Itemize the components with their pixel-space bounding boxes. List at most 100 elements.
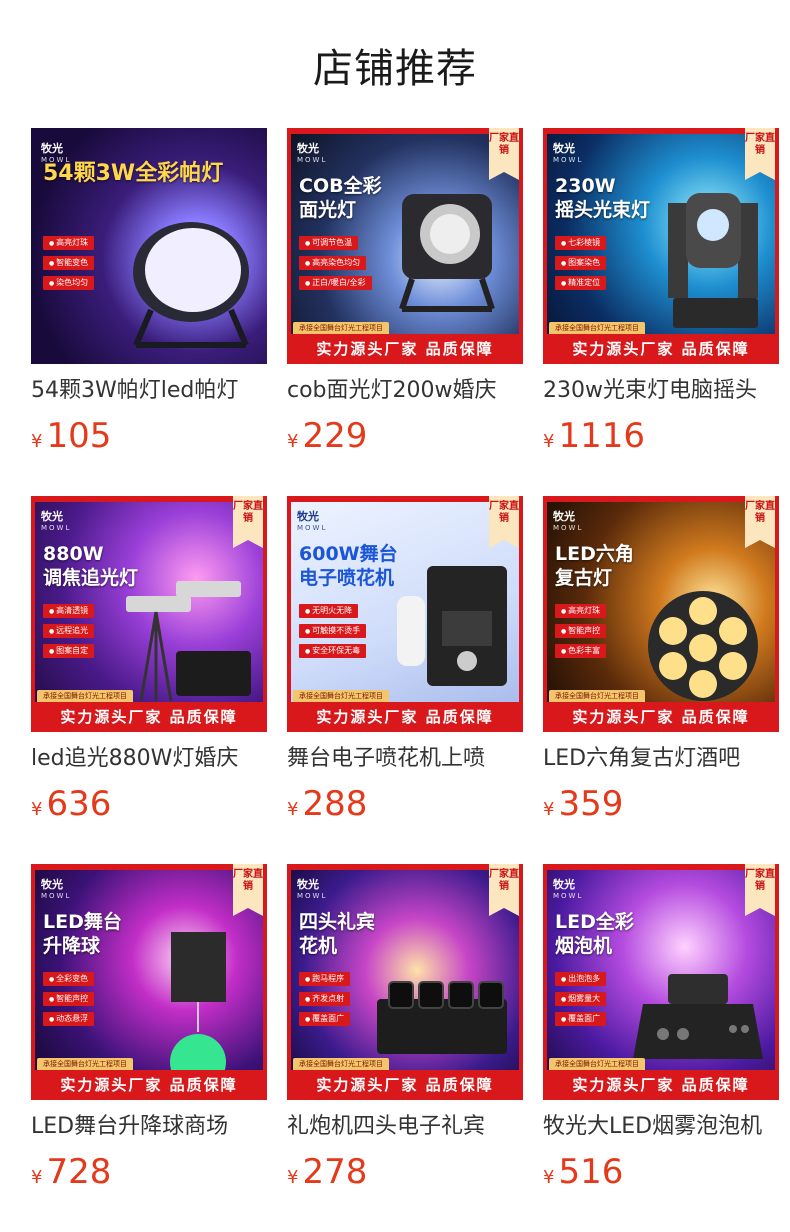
brand-logo: 牧光 MOWL [297, 876, 327, 900]
currency-symbol: ¥ [287, 431, 299, 452]
brand-logo: 牧光 MOWL [41, 876, 71, 900]
product-card[interactable]: 牧光 MOWL LED全彩 烟泡机 出泡泡多烟雾量大覆盖面广 厂家直销 承接全国… [543, 864, 779, 1192]
brand-latin: MOWL [297, 156, 328, 164]
frame-left [287, 496, 291, 732]
project-strip: 承接全国舞台灯光工程项目 [549, 1058, 645, 1070]
product-title[interactable]: cob面光灯200w婚庆 [287, 376, 523, 406]
product-illustration [116, 576, 256, 710]
quality-banner: 实力源头厂家 品质保障 [31, 702, 267, 732]
project-strip: 承接全国舞台灯光工程项目 [37, 690, 133, 702]
product-card[interactable]: 牧光 MOWL LED舞台 升降球 全彩变色智能声控动态悬浮 厂家直销 承接全国… [31, 864, 267, 1192]
brand-name: 牧光 [297, 878, 319, 891]
product-card[interactable]: 牧光 MOWL COB全彩 面光灯 可调节色温高亮染色均匀正白/暖白/全彩 厂家… [287, 128, 523, 456]
product-title[interactable]: LED舞台升降球商场 [31, 1112, 267, 1142]
brand-name: 牧光 [553, 878, 575, 891]
frame-right [263, 496, 267, 732]
product-title[interactable]: LED六角复古灯酒吧 [543, 744, 779, 774]
product-card[interactable]: 牧光 MOWL 230W 摇头光束灯 七彩棱镜图案染色精准定位 厂家直销 承接全… [543, 128, 779, 456]
frame-right [519, 128, 523, 364]
feature-tag: 高清透镜 [43, 604, 95, 618]
quality-banner: 实力源头厂家 品质保障 [543, 1070, 779, 1100]
feature-tag: 高亮灯珠 [43, 236, 95, 250]
brand-logo: 牧光 MOWL [297, 140, 327, 164]
product-card[interactable]: 牧光 MOWL 54颗3W全彩帕灯 高亮灯珠智能变色染色均匀 54颗3W帕灯le… [31, 128, 267, 456]
factory-direct-badge: 厂家直销 [489, 128, 519, 180]
product-image[interactable]: 牧光 MOWL 880W 调焦追光灯 高清透镜远程追光图案自定 厂家直销 承接全… [31, 496, 267, 732]
currency-symbol: ¥ [31, 799, 43, 820]
product-card[interactable]: 牧光 MOWL LED六角 复古灯 高亮灯珠智能声控色彩丰富 厂家直销 承接全国… [543, 496, 779, 824]
product-illustration [111, 210, 261, 354]
product-card[interactable]: 牧光 MOWL 880W 调焦追光灯 高清透镜远程追光图案自定 厂家直销 承接全… [31, 496, 267, 824]
feature-tag: 染色均匀 [43, 276, 95, 290]
project-strip: 承接全国舞台灯光工程项目 [293, 1058, 389, 1070]
feature-list: 高亮灯珠智能声控色彩丰富 [555, 604, 607, 664]
product-illustration [392, 556, 512, 700]
currency-symbol: ¥ [287, 799, 299, 820]
section-title: 店铺推荐 [313, 46, 477, 92]
frame-left [31, 864, 35, 1100]
price-amount: 636 [46, 784, 112, 824]
product-illustration [623, 964, 773, 1078]
product-image[interactable]: 牧光 MOWL COB全彩 面光灯 可调节色温高亮染色均匀正白/暖白/全彩 厂家… [287, 128, 523, 364]
feature-tag: 动态悬浮 [43, 1012, 95, 1026]
factory-direct-badge: 厂家直销 [745, 128, 775, 180]
feature-list: 出泡泡多烟雾量大覆盖面广 [555, 972, 607, 1032]
factory-direct-badge: 厂家直销 [489, 864, 519, 916]
product-title[interactable]: 54颗3W帕灯led帕灯 [31, 376, 267, 406]
product-image[interactable]: 牧光 MOWL 600W舞台 电子喷花机 无明火无降可触摸不烫手安全环保无毒 厂… [287, 496, 523, 732]
brand-name: 牧光 [553, 142, 575, 155]
product-illustration [382, 184, 512, 318]
feature-tag: 智能声控 [43, 992, 95, 1006]
brand-latin: MOWL [297, 892, 328, 900]
product-image[interactable]: 牧光 MOWL LED全彩 烟泡机 出泡泡多烟雾量大覆盖面广 厂家直销 承接全国… [543, 864, 779, 1100]
product-headline: 600W舞台 电子喷花机 [299, 543, 398, 589]
frame-right [519, 496, 523, 732]
frame-top [31, 496, 267, 502]
product-image[interactable]: 牧光 MOWL 四头礼宾 花机 跑马程序齐发点射覆盖面广 厂家直销 承接全国舞台… [287, 864, 523, 1100]
product-title[interactable]: 礼炮机四头电子礼宾 [287, 1112, 523, 1142]
frame-top [31, 864, 267, 870]
feature-tag: 跑马程序 [299, 972, 351, 986]
product-image[interactable]: 牧光 MOWL LED六角 复古灯 高亮灯珠智能声控色彩丰富 厂家直销 承接全国… [543, 496, 779, 732]
brand-latin: MOWL [297, 524, 328, 532]
project-strip: 承接全国舞台灯光工程项目 [549, 690, 645, 702]
product-title[interactable]: 牧光大LED烟雾泡泡机 [543, 1112, 779, 1142]
product-title[interactable]: 舞台电子喷花机上喷 [287, 744, 523, 774]
product-price: ¥636 [31, 784, 267, 824]
feature-tag: 出泡泡多 [555, 972, 607, 986]
frame-left [543, 128, 547, 364]
product-card[interactable]: 牧光 MOWL 600W舞台 电子喷花机 无明火无降可触摸不烫手安全环保无毒 厂… [287, 496, 523, 824]
feature-list: 高亮灯珠智能变色染色均匀 [43, 236, 95, 296]
product-image[interactable]: 牧光 MOWL LED舞台 升降球 全彩变色智能声控动态悬浮 厂家直销 承接全国… [31, 864, 267, 1100]
frame-top [287, 864, 523, 870]
frame-left [31, 496, 35, 732]
frame-left [543, 496, 547, 732]
project-strip: 承接全国舞台灯光工程项目 [549, 322, 645, 334]
feature-list: 跑马程序齐发点射覆盖面广 [299, 972, 351, 1032]
feature-tag: 图案染色 [555, 256, 607, 270]
feature-tag: 远程追光 [43, 624, 95, 638]
feature-tag: 图案自定 [43, 644, 95, 658]
feature-tag: 高亮灯珠 [555, 604, 607, 618]
product-image[interactable]: 牧光 MOWL 230W 摇头光束灯 七彩棱镜图案染色精准定位 厂家直销 承接全… [543, 128, 779, 364]
product-price: ¥516 [543, 1152, 779, 1192]
factory-direct-badge: 厂家直销 [233, 496, 263, 548]
product-headline: LED全彩 烟泡机 [555, 911, 634, 957]
product-illustration [367, 974, 517, 1068]
brand-logo: 牧光 MOWL [553, 140, 583, 164]
product-headline: 880W 调焦追光灯 [43, 543, 139, 589]
product-headline: COB全彩 面光灯 [299, 175, 382, 221]
product-title[interactable]: 230w光束灯电脑摇头 [543, 376, 779, 406]
product-headline: LED六角 复古灯 [555, 543, 634, 589]
project-strip: 承接全国舞台灯光工程项目 [293, 322, 389, 334]
brand-name: 牧光 [41, 142, 63, 155]
feature-tag: 可调节色温 [299, 236, 359, 250]
price-amount: 728 [46, 1152, 112, 1192]
brand-name: 牧光 [41, 878, 63, 891]
product-card[interactable]: 牧光 MOWL 四头礼宾 花机 跑马程序齐发点射覆盖面广 厂家直销 承接全国舞台… [287, 864, 523, 1192]
quality-banner: 实力源头厂家 品质保障 [543, 702, 779, 732]
price-amount: 359 [558, 784, 624, 824]
feature-tag: 色彩丰富 [555, 644, 607, 658]
product-title[interactable]: led追光880W灯婚庆 [31, 744, 267, 774]
product-image[interactable]: 牧光 MOWL 54颗3W全彩帕灯 高亮灯珠智能变色染色均匀 [31, 128, 267, 364]
